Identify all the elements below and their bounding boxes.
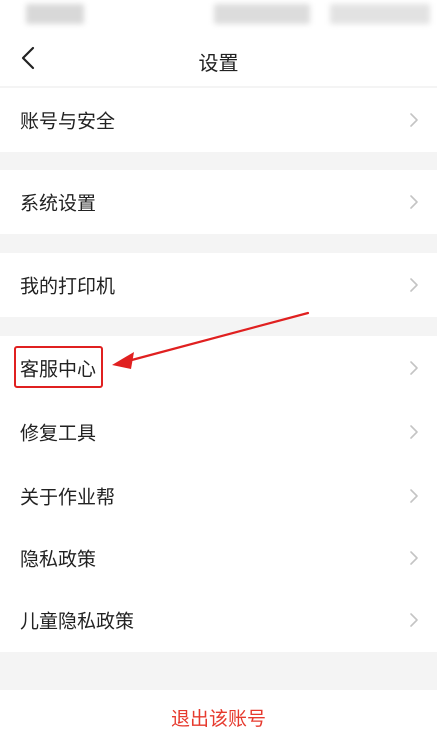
settings-item-child-privacy-policy[interactable]: 儿童隐私政策 [0, 588, 437, 652]
blurred-status-right [330, 4, 430, 24]
chevron-right-icon [410, 613, 418, 627]
settings-item-repair-tool[interactable]: 修复工具 [0, 400, 437, 464]
chevron-right-icon [410, 551, 418, 565]
chevron-right-icon [410, 489, 418, 503]
page-title: 设置 [198, 51, 239, 75]
settings-item-label: 系统设置 [20, 192, 97, 215]
settings-item-label: 隐私政策 [20, 548, 97, 571]
settings-item-account-security[interactable]: 账号与安全 [0, 88, 437, 152]
settings-item-label: 关于作业帮 [20, 486, 116, 509]
blurred-status-middle [214, 4, 310, 24]
settings-item-label: 我的打印机 [20, 275, 116, 298]
chevron-right-icon [410, 361, 418, 375]
chevron-right-icon [410, 425, 418, 439]
status-bar [0, 0, 437, 30]
logout-button[interactable]: 退出该账号 [0, 690, 437, 731]
chevron-right-icon [410, 278, 418, 292]
chevron-right-icon [410, 113, 418, 127]
settings-item-label: 儿童隐私政策 [20, 610, 135, 633]
annotation-highlight-box [14, 346, 103, 388]
settings-item-label: 账号与安全 [20, 110, 116, 133]
settings-item-my-printer[interactable]: 我的打印机 [0, 253, 437, 317]
settings-item-about[interactable]: 关于作业帮 [0, 464, 437, 528]
chevron-right-icon [410, 195, 418, 209]
settings-screen: 设置 账号与安全 系统设置 我的打印机 客服中心 修复工具 关于作业帮 隐私政策… [0, 0, 437, 731]
blurred-status-left [26, 4, 84, 24]
settings-item-system-settings[interactable]: 系统设置 [0, 170, 437, 234]
settings-item-privacy-policy[interactable]: 隐私政策 [0, 526, 437, 590]
navigation-bar: 设置 [0, 30, 437, 86]
settings-item-label: 修复工具 [20, 422, 97, 445]
logout-label: 退出该账号 [170, 708, 266, 730]
